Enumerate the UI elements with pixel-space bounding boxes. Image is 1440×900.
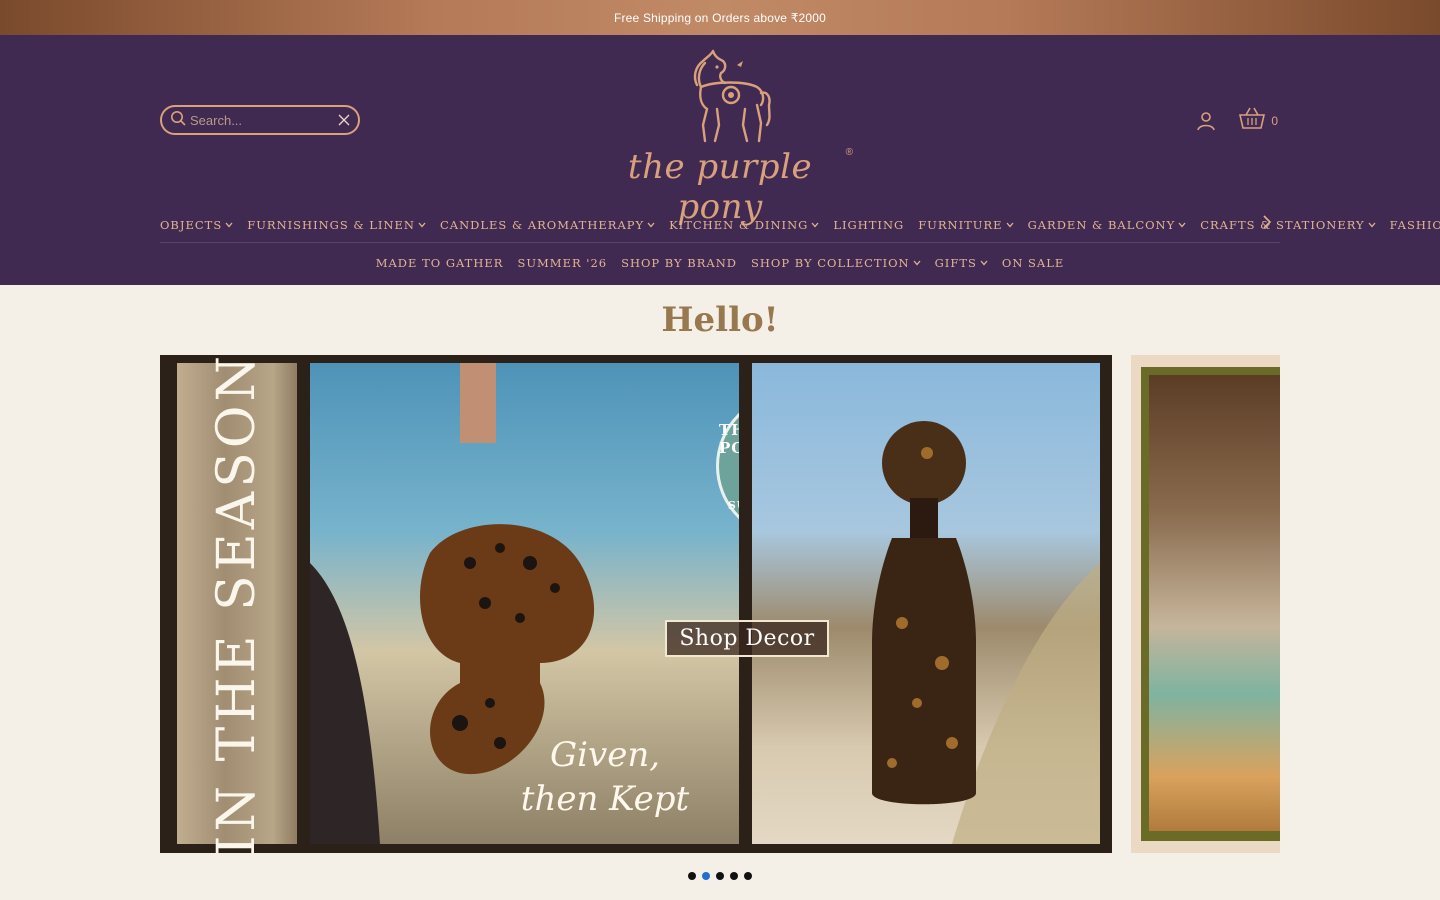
nav-kitchen-dining[interactable]: KITCHEN & DINING xyxy=(669,218,819,232)
close-icon[interactable] xyxy=(338,114,350,126)
nav-label: SUMMER '26 xyxy=(517,256,608,270)
nav-label: CANDLES & AROMATHERAPY xyxy=(440,217,645,232)
nav-made-to-gather[interactable]: MADE TO GATHER xyxy=(376,256,504,270)
tagline-line-1: Given, xyxy=(549,735,661,775)
search-box[interactable] xyxy=(160,105,360,135)
nav-garden-balcony[interactable]: GARDEN & BALCONY xyxy=(1028,218,1187,232)
account-icon[interactable] xyxy=(1195,110,1217,132)
nav-label: LIGHTING xyxy=(833,217,905,232)
carousel-dot-1[interactable] xyxy=(688,872,696,880)
nav-crafts-stationery[interactable]: CRAFTS & STATIONERY xyxy=(1200,217,1376,232)
chevron-down-icon xyxy=(980,260,988,266)
search-icon xyxy=(170,110,186,131)
site-header: the purple pony ® 0 OBJECTS FURNISHINGS … xyxy=(0,35,1440,285)
shop-decor-button[interactable]: Shop Decor xyxy=(665,620,829,657)
carousel-dot-3[interactable] xyxy=(716,872,724,880)
cart-count: 0 xyxy=(1271,113,1278,128)
secondary-nav: MADE TO GATHER SUMMER '26 SHOP BY BRAND … xyxy=(160,243,1280,283)
seal-title: THE PURPLE PONY xyxy=(719,420,739,457)
nav-label: CRAFTS & STATIONERY xyxy=(1200,217,1365,232)
banner-side-panel: IN THE SEASON xyxy=(177,355,297,853)
search-input[interactable] xyxy=(190,112,330,128)
decanter-image xyxy=(872,421,1100,844)
nav-label: SHOP BY BRAND xyxy=(621,256,737,270)
nav-label: ON SALE xyxy=(1001,256,1065,270)
primary-nav: OBJECTS FURNISHINGS & LINEN CANDLES & AR… xyxy=(160,207,1440,243)
seal-subtitle: SUMMER LIVING xyxy=(727,498,739,512)
carousel-dot-4[interactable] xyxy=(730,872,738,880)
chevron-right-icon[interactable] xyxy=(1262,215,1272,234)
nav-label: SHOP BY COLLECTION xyxy=(751,256,910,270)
nav-shop-by-brand[interactable]: SHOP BY BRAND xyxy=(621,256,737,270)
chevron-down-icon xyxy=(418,222,426,228)
nav-fashion[interactable]: FASHION xyxy=(1390,218,1440,232)
nav-label: KITCHEN & DINING xyxy=(669,217,809,232)
nav-label: FURNISHINGS & LINEN xyxy=(247,217,415,232)
carousel-dots xyxy=(0,872,1440,880)
nav-summer-26[interactable]: SUMMER '26 xyxy=(517,256,607,270)
carousel-dot-2[interactable] xyxy=(702,872,710,880)
page-greeting: Hello! xyxy=(661,300,779,340)
nav-label: GARDEN & BALCONY xyxy=(1027,217,1176,232)
nav-label: MADE TO GATHER xyxy=(375,256,504,270)
nav-label: GIFTS xyxy=(934,256,977,270)
nav-furniture[interactable]: FURNITURE xyxy=(918,217,1014,232)
nav-lighting[interactable]: LIGHTING xyxy=(833,218,904,232)
tagline-line-2: then Kept xyxy=(520,779,690,819)
nav-shop-by-collection[interactable]: SHOP BY COLLECTION xyxy=(751,256,921,270)
basket-icon xyxy=(1239,107,1266,134)
nav-gifts[interactable]: GIFTS xyxy=(935,256,988,270)
chevron-down-icon xyxy=(647,222,655,228)
hero-banner-slide[interactable]: IN THE SEASON THE PURPLE PONY SUMMER LIV… xyxy=(160,355,1112,853)
carousel-dot-5[interactable] xyxy=(744,872,752,880)
announcement-text: Free Shipping on Orders above ₹2000 xyxy=(613,10,827,25)
brand-logo[interactable]: the purple pony ® xyxy=(585,47,857,227)
banner-photo-right xyxy=(752,363,1100,844)
banner-tagline: Given, then Kept xyxy=(500,733,710,821)
next-slide-preview[interactable] xyxy=(1131,355,1280,853)
announcement-bar: Free Shipping on Orders above ₹2000 xyxy=(0,0,1440,35)
stamp-photo xyxy=(1149,375,1280,831)
chevron-down-icon xyxy=(225,222,233,228)
registered-mark: ® xyxy=(845,147,853,158)
nav-on-sale[interactable]: ON SALE xyxy=(1002,256,1064,270)
pony-logo-icon xyxy=(693,49,771,143)
nav-candles-aromatherapy[interactable]: CANDLES & AROMATHERAPY xyxy=(440,218,655,232)
chevron-down-icon xyxy=(1006,222,1014,228)
nav-objects[interactable]: OBJECTS xyxy=(160,218,233,232)
cart-button[interactable]: 0 xyxy=(1239,107,1278,134)
nav-label: OBJECTS xyxy=(160,217,223,232)
nav-label: FURNITURE xyxy=(918,217,1003,232)
header-actions: 0 xyxy=(1195,107,1278,134)
banner-vertical-text: IN THE SEASON xyxy=(207,355,268,853)
nav-label: FASHION xyxy=(1389,217,1440,232)
nav-furnishings-linen[interactable]: FURNISHINGS & LINEN xyxy=(247,218,426,232)
chevron-down-icon xyxy=(1178,222,1186,228)
chevron-down-icon xyxy=(913,260,921,266)
chevron-down-icon xyxy=(1368,222,1376,228)
chevron-down-icon xyxy=(811,222,819,228)
